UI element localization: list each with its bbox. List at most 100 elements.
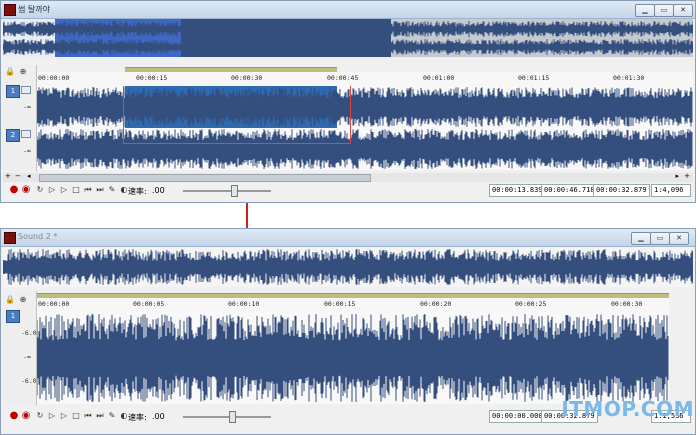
ruler-label: 00:00:15: [324, 300, 356, 308]
edit-icon[interactable]: ✎: [107, 411, 117, 421]
loop-icon[interactable]: ↻: [35, 185, 45, 195]
ruler-label: 00:00:10: [228, 300, 260, 308]
app-icon: [4, 232, 16, 244]
transition-arrow: [246, 203, 248, 231]
app-icon: [4, 4, 16, 16]
loop-icon[interactable]: ↻: [35, 411, 45, 421]
go-start-icon[interactable]: ⏮: [83, 411, 93, 421]
channel-2-label[interactable]: 2: [6, 129, 20, 142]
waveform-area[interactable]: [37, 312, 669, 404]
lock-icon[interactable]: 🔒: [5, 67, 15, 77]
transport-bar: ● ◉ ↻ ▷ ▷ □ ⏮ ⏭ ✎ ◐ 速率: .00 00:00:13.839…: [3, 183, 693, 199]
rate-slider-thumb[interactable]: [229, 411, 236, 423]
editor-window-top: 썹 탈까야 ▁ ▭ ✕ 🔒 ⊕ 1 2 -∞ -∞ 00:00:00 00:00…: [0, 0, 696, 203]
minimize-icon: ▁: [638, 234, 644, 242]
track-controls: 🔒 ⊕ 1 2 -∞ -∞: [3, 65, 37, 171]
edit-icon[interactable]: ✎: [107, 185, 117, 195]
ruler-label: 00:01:00: [423, 74, 455, 82]
title-bar[interactable]: Sound 2 * ▁ ▭ ✕: [1, 229, 695, 247]
restore-button[interactable]: ▭: [650, 232, 670, 245]
close-button[interactable]: ✕: [669, 232, 689, 245]
selection-start-time[interactable]: 00:00:13.839: [489, 184, 546, 197]
overview-waveform[interactable]: [3, 247, 693, 287]
channel-2-button[interactable]: [21, 130, 31, 138]
overview-waveform-lines: [3, 249, 693, 285]
title-bar[interactable]: 썹 탈까야 ▁ ▭ ✕: [1, 1, 695, 19]
waveform-area[interactable]: [37, 86, 693, 170]
minimize-icon: ▁: [642, 6, 648, 14]
db-label-mid: -∞: [23, 353, 31, 361]
zoom-out-icon[interactable]: −: [15, 172, 21, 180]
ruler-label: 00:01:30: [613, 74, 645, 82]
go-end-icon[interactable]: ⏭: [95, 185, 105, 195]
ruler-label: 00:00:00: [38, 74, 70, 82]
stop-icon[interactable]: □: [71, 185, 81, 195]
record-alt-icon[interactable]: ◉: [21, 185, 31, 195]
record-icon[interactable]: ●: [9, 185, 19, 195]
rate-label: 速率:: [128, 413, 147, 422]
channel-icon[interactable]: ⊕: [18, 295, 28, 305]
close-icon: ✕: [676, 234, 682, 242]
record-icon[interactable]: ●: [9, 411, 19, 421]
window-title: Sound 2 *: [18, 232, 58, 241]
scroll-right-icon[interactable]: ▸: [675, 172, 679, 180]
selection-start-time[interactable]: 00:00:00.000: [489, 410, 546, 423]
db-label-bottom: -6.0: [21, 377, 37, 385]
restore-button[interactable]: ▭: [654, 4, 674, 17]
overview-waveform[interactable]: [3, 19, 693, 57]
ruler-label: 00:00:00: [38, 300, 70, 308]
rate-slider[interactable]: [183, 190, 271, 192]
selection-end-time[interactable]: 00:00:46.718: [541, 184, 598, 197]
channel-icon[interactable]: ⊕: [18, 67, 28, 77]
lock-icon[interactable]: 🔒: [5, 295, 15, 305]
horizontal-scrollbar[interactable]: + − ◂ ▸ +: [3, 172, 693, 182]
minimize-button[interactable]: ▁: [631, 232, 651, 245]
stop-icon[interactable]: □: [71, 411, 81, 421]
track-controls: 🔒 ⊕ 1 -6.0 -∞ -6.0: [3, 291, 37, 405]
db-label-ch1: -∞: [23, 103, 31, 111]
db-label-ch2: -∞: [23, 147, 31, 155]
rate-slider[interactable]: [183, 416, 271, 418]
play-icon[interactable]: ▷: [47, 411, 57, 421]
minimize-button[interactable]: ▁: [635, 4, 655, 17]
close-button[interactable]: ✕: [673, 4, 693, 17]
go-end-icon[interactable]: ⏭: [95, 411, 105, 421]
window-title: 썹 탈까야: [18, 5, 50, 14]
zoom-extra-icon[interactable]: +: [684, 172, 690, 180]
ruler-label: 00:00:45: [327, 74, 359, 82]
waveform-channel: [37, 314, 669, 402]
selection-length-time[interactable]: 00:00:32.879: [593, 184, 650, 197]
restore-icon: ▭: [660, 6, 668, 14]
ruler-label: 00:01:15: [518, 74, 550, 82]
selection-marquee: [123, 86, 351, 144]
rate-value: .00: [152, 412, 165, 421]
overview-waveform-lines: [3, 21, 693, 55]
close-icon: ✕: [680, 6, 686, 14]
rate-slider-thumb[interactable]: [231, 185, 238, 197]
watermark-logo: ITMOP.COM: [561, 397, 694, 421]
timeline-ruler[interactable]: 00:00:00 00:00:05 00:00:10 00:00:15 00:0…: [37, 298, 669, 313]
play-all-icon[interactable]: ▷: [59, 185, 69, 195]
ruler-label: 00:00:30: [611, 300, 643, 308]
scroll-thumb[interactable]: [39, 174, 371, 182]
ruler-label: 00:00:05: [133, 300, 165, 308]
zoom-ratio[interactable]: 1:4,096: [651, 184, 691, 197]
restore-icon: ▭: [656, 234, 664, 242]
rate-value: .00: [152, 186, 165, 195]
db-label-top: -6.0: [21, 329, 37, 337]
go-start-icon[interactable]: ⏮: [83, 185, 93, 195]
ruler-label: 00:00:15: [136, 74, 168, 82]
channel-1-button[interactable]: [21, 86, 31, 94]
ruler-label: 00:00:30: [231, 74, 263, 82]
timeline-ruler[interactable]: 00:00:00 00:00:15 00:00:30 00:00:45 00:0…: [37, 72, 693, 87]
ruler-label: 00:00:25: [515, 300, 547, 308]
play-icon[interactable]: ▷: [47, 185, 57, 195]
ruler-label: 00:00:20: [420, 300, 452, 308]
channel-1-label[interactable]: 1: [6, 85, 20, 98]
rate-label: 速率:: [128, 187, 147, 196]
record-alt-icon[interactable]: ◉: [21, 411, 31, 421]
scroll-left-icon[interactable]: ◂: [27, 172, 31, 180]
zoom-in-icon[interactable]: +: [5, 172, 11, 180]
channel-1-label[interactable]: 1: [6, 310, 20, 323]
play-all-icon[interactable]: ▷: [59, 411, 69, 421]
